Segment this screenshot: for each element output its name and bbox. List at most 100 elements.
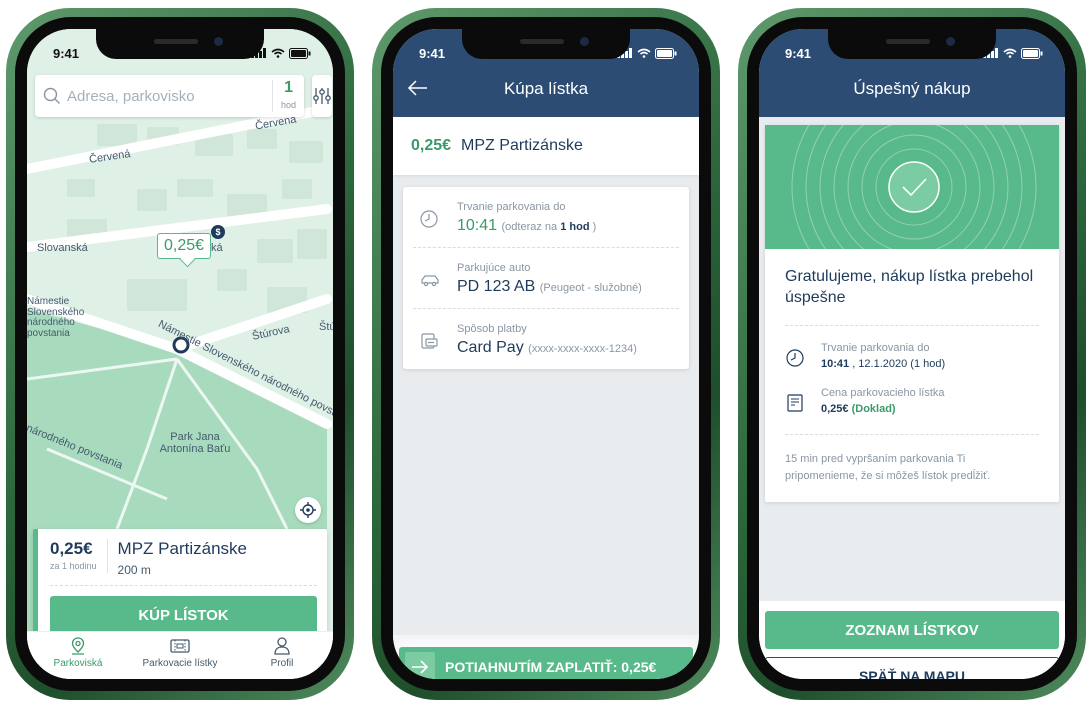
success-screen: 9:41 Úspešný nákup Gratulujeme, nákup lí… <box>759 29 1065 679</box>
detail-duration[interactable]: Trvanie parkovania do 10:41 (odteraz na … <box>413 187 679 248</box>
success-banner <box>765 125 1059 249</box>
success-message: Gratulujeme, nákup lístka prebehol úspeš… <box>785 268 1034 306</box>
car-icon <box>421 275 439 287</box>
detail-car[interactable]: Parkujúce auto PD 123 AB (Peugeot - služ… <box>413 248 679 309</box>
success-card: Gratulujeme, nákup lístka prebehol úspeš… <box>765 125 1059 502</box>
action-area: ZOZNAM LÍSTKOV SPÄŤ NA MAPU <box>759 601 1065 679</box>
status-time: 9:41 <box>419 45 446 61</box>
phone-bezel: 9:41 Červená Červená Slovanská Námestie … <box>15 17 345 691</box>
street-label: Námestie Slovenského národného povstania <box>27 296 85 339</box>
tab-label: Parkovacie lístky <box>142 658 218 669</box>
detail-value: 10:41 <box>457 217 498 234</box>
buy-ticket-button[interactable]: KÚP LÍSTOK <box>50 596 317 634</box>
parking-price: 0,25€ <box>50 539 93 558</box>
success-price: Cena parkovacieho lístka 0,25€ (Doklad) <box>785 387 1039 418</box>
wifi-icon <box>1003 48 1017 58</box>
detail-value: PD 123 AB <box>457 278 536 295</box>
tab-bar: Parkoviská Parkovacie lístky Profil <box>27 631 333 679</box>
battery-icon <box>289 47 311 59</box>
detail-value: Card Pay <box>457 339 524 356</box>
location-pin-icon <box>71 637 85 655</box>
tab-label: Profil <box>270 658 294 669</box>
phone-bezel: 9:41 Úspešný nákup Gratulujeme, nákup lí… <box>747 17 1077 691</box>
clock-icon <box>786 348 804 367</box>
status-time: 9:41 <box>53 45 80 61</box>
ticket-summary: 0,25€ MPZ Partizánske <box>393 117 699 175</box>
row-label: Cena parkovacieho lístka <box>821 386 945 399</box>
tab-profil[interactable]: Profil <box>237 636 327 669</box>
street-label: ká <box>211 242 223 254</box>
sliders-icon <box>313 88 331 104</box>
page-title: Úspešný nákup <box>853 79 971 98</box>
arrow-right-icon <box>412 660 429 674</box>
divider <box>50 585 317 586</box>
phone-bezel: 9:41 Kúpa lístka 0,25€ MPZ Partizánske T… <box>381 17 711 691</box>
detail-label: Trvanie parkovania do <box>457 201 566 213</box>
paid-badge: $ <box>211 225 225 239</box>
swipe-to-pay-button[interactable]: POTIAHNUTÍM ZAPLATIŤ: 0,25€ <box>399 647 693 679</box>
phone-purchase: 9:41 Kúpa lístka 0,25€ MPZ Partizánske T… <box>372 8 720 700</box>
divider <box>785 324 1039 326</box>
summary-name: MPZ Partizánske <box>461 137 583 154</box>
success-duration: Trvanie parkovania do 10:41 , 12.1.2020 … <box>785 342 1039 373</box>
price-period: za 1 hodinu <box>50 561 97 571</box>
row-label: Trvanie parkovania do <box>821 341 930 354</box>
card-icon <box>421 333 438 349</box>
clock-icon <box>420 210 438 228</box>
wifi-icon <box>271 48 285 58</box>
purchase-details: Trvanie parkovania do 10:41 (odteraz na … <box>403 187 689 369</box>
battery-icon <box>1021 47 1043 59</box>
battery-icon <box>655 47 677 59</box>
detail-payment[interactable]: Spôsob platby Card Pay (xxxx-xxxx-xxxx-1… <box>413 309 679 369</box>
search-box[interactable]: 1 hod <box>35 75 305 117</box>
notch <box>462 29 630 59</box>
ticket-list-button[interactable]: ZOZNAM LÍSTKOV <box>765 611 1059 649</box>
divider <box>106 539 108 573</box>
receipt-icon <box>787 393 803 412</box>
crosshair-icon <box>300 502 316 518</box>
duration-unit: hod <box>281 100 297 110</box>
swipe-handle[interactable] <box>405 652 435 679</box>
page-title: Kúpa lístka <box>503 79 589 98</box>
detail-sub: (xxxx-xxxx-xxxx-1234) <box>528 343 637 355</box>
map-screen: 9:41 Červená Červená Slovanská Námestie … <box>27 29 333 679</box>
phone-success: 9:41 Úspešný nákup Gratulujeme, nákup lí… <box>738 8 1086 700</box>
phone-map: 9:41 Červená Červená Slovanská Námestie … <box>6 8 354 700</box>
parking-distance: 200 m <box>117 563 151 577</box>
filter-button[interactable] <box>312 75 333 117</box>
detail-sub: (Peugeot - služobné) <box>539 282 642 294</box>
parking-name: MPZ Partizánske <box>117 539 247 558</box>
receipt-link[interactable]: (Doklad) <box>852 403 896 415</box>
row-value: 0,25€ (Doklad) <box>821 402 896 415</box>
tab-parkovacie-listky[interactable]: Parkovacie lístky <box>135 636 225 669</box>
detail-label: Spôsob platby <box>457 323 527 335</box>
search-input[interactable] <box>67 87 266 105</box>
reminder-note: 15 min pred vypršaním parkovania Ti prip… <box>785 452 991 483</box>
tab-label: Parkoviská <box>53 658 103 669</box>
back-to-map-button[interactable]: SPÄŤ NA MAPU <box>765 657 1059 679</box>
pay-label: POTIAHNUTÍM ZAPLATIŤ: 0,25€ <box>445 659 657 675</box>
user-icon <box>274 637 290 655</box>
status-time: 9:41 <box>785 45 812 61</box>
detail-label: Parkujúce auto <box>457 262 531 274</box>
search-icon <box>43 87 60 104</box>
parking-card[interactable]: 0,25€ za 1 hodinu MPZ Partizánske 200 m … <box>33 529 327 647</box>
parking-price-pin[interactable]: 0,25€ <box>157 233 212 259</box>
wifi-icon <box>637 48 651 58</box>
divider <box>785 433 1039 435</box>
row-value: 10:41 , 12.1.2020 (1 hod) <box>821 357 946 370</box>
tab-parkoviska[interactable]: Parkoviská <box>33 636 123 669</box>
notch <box>828 29 996 59</box>
purchase-screen: 9:41 Kúpa lístka 0,25€ MPZ Partizánske T… <box>393 29 699 679</box>
summary-price: 0,25€ <box>411 137 452 154</box>
detail-sub: (odteraz na 1 hod ) <box>501 221 597 233</box>
duration-value: 1 <box>284 79 293 96</box>
search-bar: 1 hod <box>35 75 333 117</box>
notch <box>96 29 264 59</box>
duration-selector[interactable]: 1 hod <box>272 80 296 112</box>
locate-me-button[interactable] <box>295 497 321 523</box>
park-label: Park Jana Antonína Baťu <box>159 431 231 456</box>
success-check-icon <box>791 125 1037 249</box>
street-label: Slovanská <box>37 242 88 254</box>
street-label: Štú <box>319 321 333 333</box>
